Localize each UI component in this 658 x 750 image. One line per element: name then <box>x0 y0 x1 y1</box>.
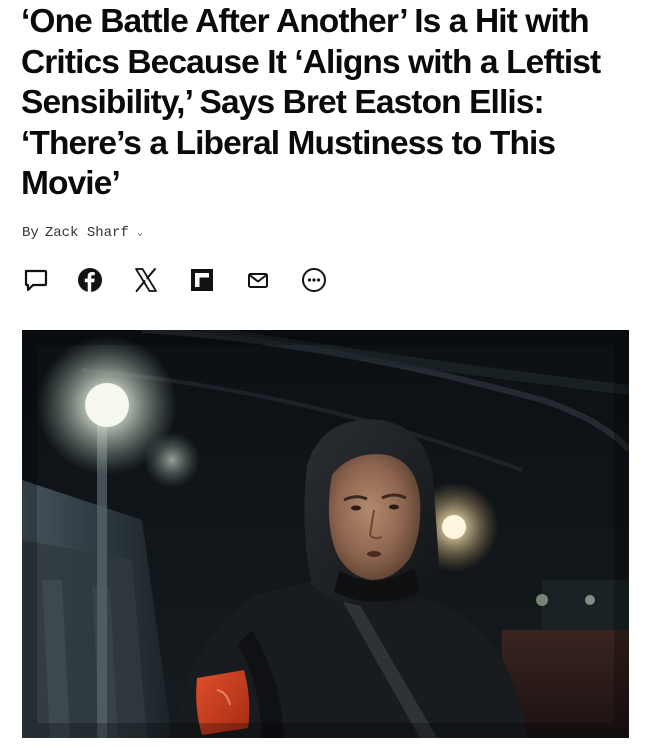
x-icon <box>135 268 157 292</box>
email-icon <box>248 273 268 288</box>
more-share-options-button[interactable] <box>300 266 328 294</box>
flipboard-icon <box>191 269 213 291</box>
flipboard-share-button[interactable] <box>188 266 216 294</box>
chevron-down-icon[interactable]: ⌄ <box>137 227 143 239</box>
article: ‘One Battle After Another’ Is a Hit with… <box>0 0 658 750</box>
email-share-button[interactable] <box>244 266 272 294</box>
author-name[interactable]: Zack Sharf <box>45 225 129 241</box>
byline: By Zack Sharf ⌄ <box>22 223 143 243</box>
article-headline: ‘One Battle After Another’ Is a Hit with… <box>21 3 601 202</box>
comment-icon <box>24 269 48 292</box>
x-share-button[interactable] <box>132 266 160 294</box>
hero-image[interactable] <box>22 330 629 738</box>
more-icon <box>302 268 326 292</box>
facebook-share-button[interactable] <box>76 266 104 294</box>
comment-button[interactable] <box>22 266 50 294</box>
hero-photo <box>22 330 629 738</box>
byline-prefix: By <box>22 225 39 241</box>
facebook-icon <box>78 268 102 292</box>
